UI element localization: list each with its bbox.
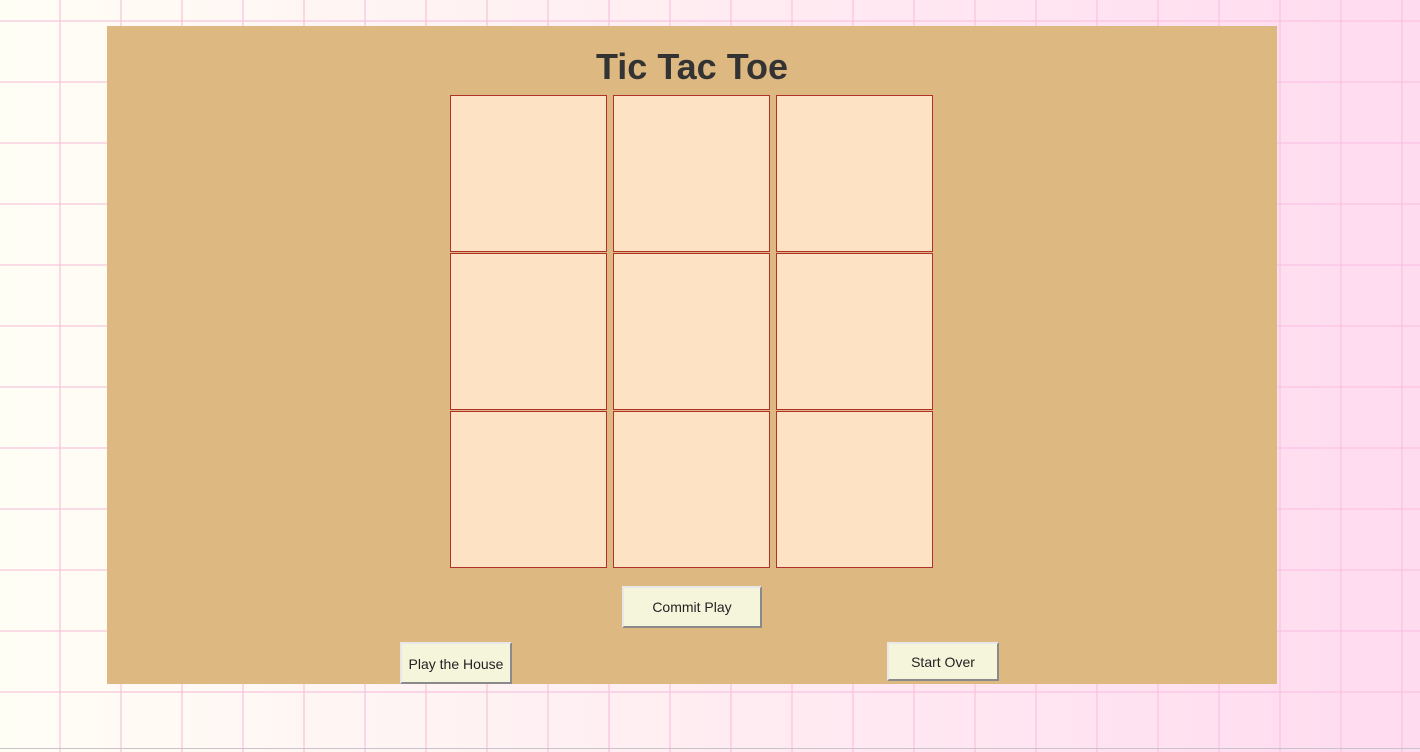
board-cell-7[interactable]	[450, 411, 607, 568]
play-the-house-button[interactable]: Play the House	[400, 642, 512, 684]
board-cell-1[interactable]	[450, 95, 607, 252]
board-cell-2[interactable]	[613, 95, 770, 252]
board-cell-8[interactable]	[613, 411, 770, 568]
board-cell-4[interactable]	[450, 253, 607, 410]
commit-play-button[interactable]: Commit Play	[622, 586, 762, 628]
tic-tac-toe-board	[450, 95, 934, 572]
page-bottom-rule	[0, 748, 1420, 749]
board-cell-5[interactable]	[613, 253, 770, 410]
board-cell-6[interactable]	[776, 253, 933, 410]
start-over-button[interactable]: Start Over	[887, 642, 999, 681]
game-panel: Tic Tac Toe Commit Play Play the House S…	[107, 26, 1277, 684]
game-title: Tic Tac Toe	[595, 46, 789, 87]
board-cell-9[interactable]	[776, 411, 933, 568]
board-cell-3[interactable]	[776, 95, 933, 252]
